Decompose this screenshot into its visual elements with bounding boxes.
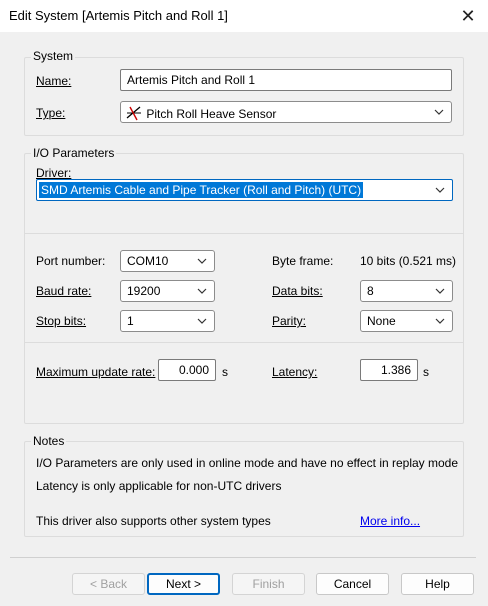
max-update-rate-label: Maximum update rate: <box>36 365 156 379</box>
type-label: Type: <box>36 106 66 120</box>
parity-value: None <box>367 314 396 328</box>
stop-bits-select[interactable]: 1 <box>120 310 215 332</box>
data-bits-select[interactable]: 8 <box>360 280 453 302</box>
title-bar: Edit System [Artemis Pitch and Roll 1] ✕ <box>0 0 488 32</box>
name-field[interactable]: Artemis Pitch and Roll 1 <box>120 69 452 91</box>
max-update-rate-field[interactable]: 0.000 <box>158 359 216 381</box>
finish-button[interactable]: Finish <box>232 573 305 595</box>
byte-frame-value: 10 bits (0.521 ms) <box>360 254 457 268</box>
window-title: Edit System [Artemis Pitch and Roll 1] <box>9 8 228 23</box>
help-button[interactable]: Help <box>401 573 474 595</box>
stop-bits-label: Stop bits: <box>36 314 87 328</box>
latency-label: Latency: <box>272 365 318 379</box>
port-number-value: COM10 <box>127 254 169 268</box>
max-update-rate-unit: s <box>222 365 228 379</box>
port-number-label: Port number: <box>36 254 106 268</box>
notes-line-3: This driver also supports other system t… <box>36 514 271 528</box>
chevron-down-icon <box>196 255 208 267</box>
notes-line-2: Latency is only applicable for non-UTC d… <box>36 479 282 493</box>
io-divider-1 <box>25 233 463 234</box>
data-bits-label: Data bits: <box>272 284 323 298</box>
chevron-down-icon <box>434 315 446 327</box>
notes-group-title: Notes <box>31 434 67 448</box>
notes-line-1: I/O Parameters are only used in online m… <box>36 456 459 470</box>
close-icon[interactable]: ✕ <box>458 6 478 26</box>
chevron-down-icon <box>434 184 446 196</box>
pitch-roll-sensor-icon <box>125 105 143 121</box>
io-divider-2 <box>25 342 463 343</box>
chevron-down-icon <box>433 106 445 118</box>
parity-select[interactable]: None <box>360 310 453 332</box>
data-bits-value: 8 <box>367 284 374 298</box>
chevron-down-icon <box>196 285 208 297</box>
baud-rate-label: Baud rate: <box>36 284 92 298</box>
system-group-title: System <box>31 49 76 63</box>
name-label: Name: <box>36 74 72 88</box>
io-parameters-group-title: I/O Parameters <box>31 146 117 160</box>
latency-unit: s <box>423 365 429 379</box>
button-bar-divider <box>10 557 476 558</box>
baud-rate-select[interactable]: 19200 <box>120 280 215 302</box>
type-select[interactable]: Pitch Roll Heave Sensor <box>120 101 452 123</box>
byte-frame-label: Byte frame: <box>272 254 334 268</box>
cancel-button[interactable]: Cancel <box>316 573 389 595</box>
more-info-link[interactable]: More info... <box>360 514 420 528</box>
stop-bits-value: 1 <box>127 314 134 328</box>
next-button[interactable]: Next > <box>147 573 220 595</box>
port-number-select[interactable]: COM10 <box>120 250 215 272</box>
type-select-value: Pitch Roll Heave Sensor <box>146 107 277 121</box>
baud-rate-value: 19200 <box>127 284 161 298</box>
latency-field[interactable]: 1.386 <box>360 359 418 381</box>
parity-label: Parity: <box>272 314 307 328</box>
driver-label: Driver: <box>36 166 72 180</box>
chevron-down-icon <box>196 315 208 327</box>
driver-select[interactable]: SMD Artemis Cable and Pipe Tracker (Roll… <box>36 179 453 201</box>
chevron-down-icon <box>434 285 446 297</box>
driver-select-value: SMD Artemis Cable and Pipe Tracker (Roll… <box>39 182 364 198</box>
back-button[interactable]: < Back <box>72 573 145 595</box>
